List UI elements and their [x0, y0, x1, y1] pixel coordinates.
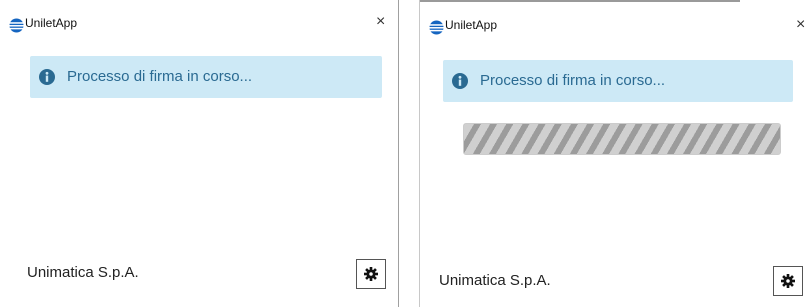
info-alert: Processo di firma in corso... — [30, 56, 382, 98]
info-icon — [39, 69, 55, 85]
gear-icon — [781, 274, 795, 288]
title-bar: UniletApp × — [420, 0, 807, 35]
info-alert: Processo di firma in corso... — [443, 60, 793, 102]
app-title: UniletApp — [25, 16, 78, 30]
close-button[interactable]: × — [376, 12, 385, 32]
gear-icon — [364, 267, 378, 281]
app-logo-icon — [429, 20, 444, 35]
title-bar: UniletApp × — [0, 0, 398, 33]
alert-message: Processo di firma in corso... — [67, 68, 253, 85]
close-button[interactable]: × — [796, 15, 805, 35]
company-name: Unimatica S.p.A. — [439, 272, 551, 289]
company-name: Unimatica S.p.A. — [27, 264, 139, 281]
progress-bar-indeterminate — [463, 123, 781, 155]
app-logo-icon — [9, 18, 24, 33]
settings-button[interactable] — [356, 259, 386, 289]
dialog-window-left: UniletApp × Processo di firma in corso..… — [0, 0, 399, 307]
dialog-window-right: UniletApp × Processo di firma in corso..… — [419, 0, 807, 307]
alert-message: Processo di firma in corso... — [480, 72, 666, 89]
info-icon — [452, 73, 468, 89]
app-title: UniletApp — [445, 18, 498, 32]
settings-button[interactable] — [773, 266, 803, 296]
